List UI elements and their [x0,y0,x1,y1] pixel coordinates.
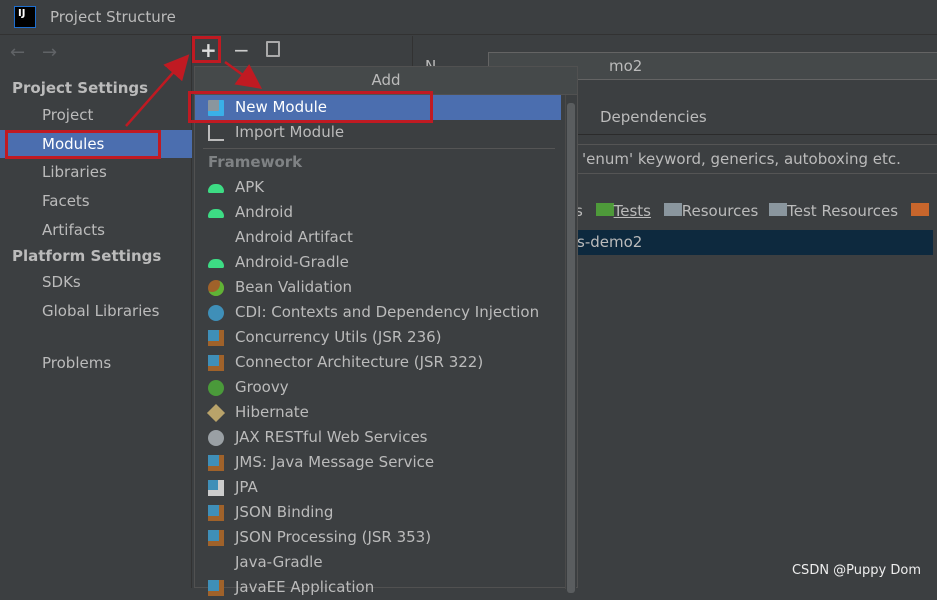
arrow-add-to-new-module [224,60,263,89]
annotation-arrows [125,54,263,127]
watermark: CSDN @Puppy Dom [791,563,921,578]
arrow-modules-to-add [125,54,190,127]
